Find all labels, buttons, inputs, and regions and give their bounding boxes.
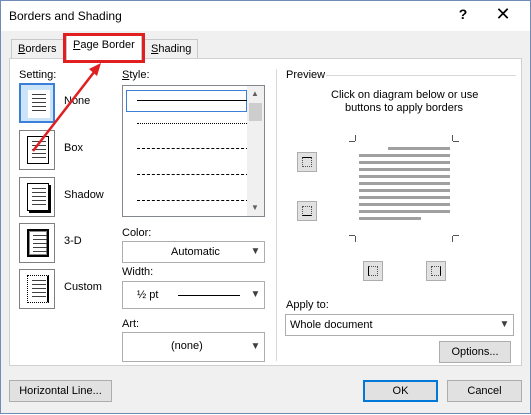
preview-rule [326, 75, 516, 76]
preview-text-line [359, 175, 450, 178]
preview-instructions-2: buttons to apply borders [345, 102, 464, 114]
preview-label: Preview [286, 69, 326, 81]
art-dropdown[interactable]: (none) ▼ [122, 332, 265, 362]
preview-instructions-1: Click on diagram below or use [331, 89, 479, 101]
left-border-button[interactable] [363, 261, 383, 281]
left-border-icon [368, 266, 378, 276]
preview-text-line [359, 154, 450, 157]
style-option-solid[interactable] [137, 100, 249, 101]
preview-text-line [359, 168, 450, 171]
style-option-dash-dot[interactable] [137, 200, 249, 201]
cancel-button[interactable]: Cancel [447, 380, 522, 402]
column-separator [276, 69, 277, 361]
top-border-button[interactable] [297, 152, 317, 172]
bottom-border-icon [302, 206, 312, 216]
preview-text-line [388, 147, 450, 150]
preview-text-line [359, 189, 450, 192]
ok-button[interactable]: OK [363, 380, 438, 402]
style-option-dotted[interactable] [137, 123, 249, 124]
color-label: Color: [122, 227, 152, 239]
top-border-icon [302, 157, 312, 167]
apply-to-label: Apply to: [286, 299, 329, 311]
style-label: Style: [122, 69, 150, 81]
width-dropdown[interactable]: ½ pt ▼ [122, 281, 265, 309]
chevron-down-icon: ▼ [250, 246, 261, 257]
style-scrollbar[interactable]: ▲ ▼ [247, 86, 264, 216]
chevron-down-icon: ▼ [499, 319, 510, 330]
style-option-dashed-large[interactable] [137, 174, 249, 175]
preview-text-line [359, 210, 450, 213]
apply-to-dropdown[interactable]: Whole document ▼ [285, 314, 514, 336]
scroll-thumb[interactable] [249, 103, 262, 121]
options-button[interactable]: Options... [439, 341, 511, 363]
style-label-text: tyle: [129, 69, 150, 81]
chevron-down-icon: ▼ [250, 289, 261, 300]
style-selected-outline [126, 90, 247, 112]
width-value: ½ pt [137, 289, 159, 301]
horizontal-line-button[interactable]: Horizontal Line... [9, 380, 112, 402]
right-border-icon [431, 266, 441, 276]
preview-text-line [359, 196, 450, 199]
bottom-border-button[interactable] [297, 201, 317, 221]
art-value: (none) [171, 340, 203, 352]
art-label: Art: [122, 318, 140, 330]
color-dropdown[interactable]: Automatic ▼ [122, 241, 265, 263]
scroll-down-icon[interactable]: ▼ [251, 203, 259, 212]
annotation-highlight-box [63, 33, 145, 63]
borders-shading-dialog: Borders and Shading ? ✕ Borders Page Bor… [0, 0, 531, 414]
style-listbox[interactable]: ▲ ▼ [122, 85, 265, 217]
style-option-dashed-small[interactable] [137, 148, 249, 149]
preview-text-line [359, 161, 450, 164]
apply-to-value: Whole document [290, 319, 373, 331]
color-value: Automatic [171, 246, 220, 258]
scroll-up-icon[interactable]: ▲ [251, 89, 259, 98]
right-border-button[interactable] [426, 261, 446, 281]
preview-text-line [359, 182, 450, 185]
width-preview-line [178, 295, 240, 296]
chevron-down-icon: ▼ [250, 341, 261, 352]
preview-text-line [359, 217, 421, 220]
width-label: Width: [122, 266, 154, 278]
preview-text-line [359, 203, 450, 206]
